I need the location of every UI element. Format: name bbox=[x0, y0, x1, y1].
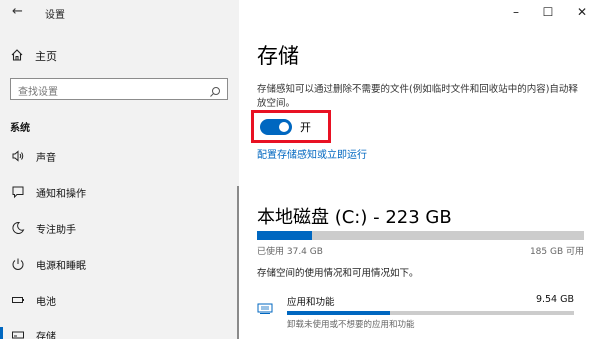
sidebar-item-sound[interactable]: 声音 bbox=[0, 145, 239, 167]
sidebar-scrollbar[interactable] bbox=[237, 186, 239, 339]
disk-free-label: 185 GB 可用 bbox=[529, 247, 584, 257]
sidebar-titlebar: ← 设置 bbox=[0, 0, 239, 26]
sidebar-item-label: 通知和操作 bbox=[36, 189, 86, 200]
home-icon bbox=[10, 47, 24, 61]
sidebar-item-power[interactable]: 电源和睡眠 bbox=[0, 253, 239, 275]
sidebar-item-label: 电源和睡眠 bbox=[36, 261, 86, 272]
page-title: 存储 bbox=[257, 44, 299, 68]
sidebar-item-label: 声音 bbox=[36, 153, 56, 164]
disk-used-label: 已使用 37.4 GB bbox=[257, 247, 323, 257]
disk-usage-fill bbox=[257, 231, 312, 240]
configure-storage-sense-link[interactable]: 配置存储感知或立即运行 bbox=[257, 146, 367, 161]
disk-usage-bar bbox=[257, 231, 584, 240]
notification-icon bbox=[10, 184, 26, 200]
sidebar-item-label: 电池 bbox=[36, 297, 56, 308]
close-button[interactable]: ✕ bbox=[566, 0, 598, 26]
storage-sense-description: 存储感知可以通过删除不需要的文件(例如临时文件和回收站中的内容)自动释放空间。 bbox=[257, 84, 578, 109]
battery-icon bbox=[10, 292, 26, 308]
sidebar-item-notifications[interactable]: 通知和操作 bbox=[0, 181, 239, 203]
search-input[interactable]: 查找设置 bbox=[10, 78, 228, 100]
sidebar-item-home[interactable]: 主页 bbox=[0, 44, 239, 66]
category-apps[interactable]: 应用和功能 9.54 GB 卸载未使用或不想要的应用和功能 bbox=[257, 292, 584, 332]
sidebar-item-label: 存储 bbox=[36, 332, 56, 339]
sidebar-item-focus-assist[interactable]: 专注助手 bbox=[0, 217, 239, 239]
category-usage-bar bbox=[287, 311, 574, 315]
sidebar-item-battery[interactable]: 电池 bbox=[0, 289, 239, 311]
sidebar-item-label: 专注助手 bbox=[36, 225, 76, 236]
app-title: 设置 bbox=[45, 10, 65, 21]
sidebar-item-storage[interactable]: 存储 bbox=[0, 324, 239, 339]
storage-sense-toggle[interactable] bbox=[260, 119, 292, 135]
sidebar: ← 设置 主页 查找设置 系统 声音 通知和操作 专注助手 电源和睡眠 电池 存… bbox=[0, 0, 239, 339]
category-label: 应用和功能 bbox=[287, 297, 335, 308]
maximize-button[interactable]: ☐ bbox=[532, 0, 564, 26]
category-usage-fill bbox=[287, 311, 391, 315]
minimize-button[interactable]: – bbox=[500, 0, 532, 26]
speaker-icon bbox=[10, 148, 26, 164]
disk-info-text: 存储空间的使用情况和可用情况如下。 bbox=[257, 268, 419, 279]
search-icon[interactable] bbox=[209, 83, 221, 97]
section-heading: 系统 bbox=[10, 123, 30, 134]
apps-icon bbox=[257, 300, 273, 314]
power-icon bbox=[10, 256, 26, 272]
toggle-state-label: 开 bbox=[300, 121, 311, 134]
moon-icon bbox=[10, 220, 26, 236]
disk-title: 本地磁盘 (C:) - 223 GB bbox=[257, 207, 452, 228]
search-placeholder: 查找设置 bbox=[18, 87, 58, 98]
back-button[interactable]: ← bbox=[12, 4, 23, 19]
category-description: 卸载未使用或不想要的应用和功能 bbox=[287, 320, 415, 330]
sidebar-item-label: 主页 bbox=[35, 50, 57, 63]
storage-icon bbox=[10, 327, 26, 339]
toggle-knob bbox=[279, 122, 289, 132]
category-size: 9.54 GB bbox=[535, 294, 574, 305]
